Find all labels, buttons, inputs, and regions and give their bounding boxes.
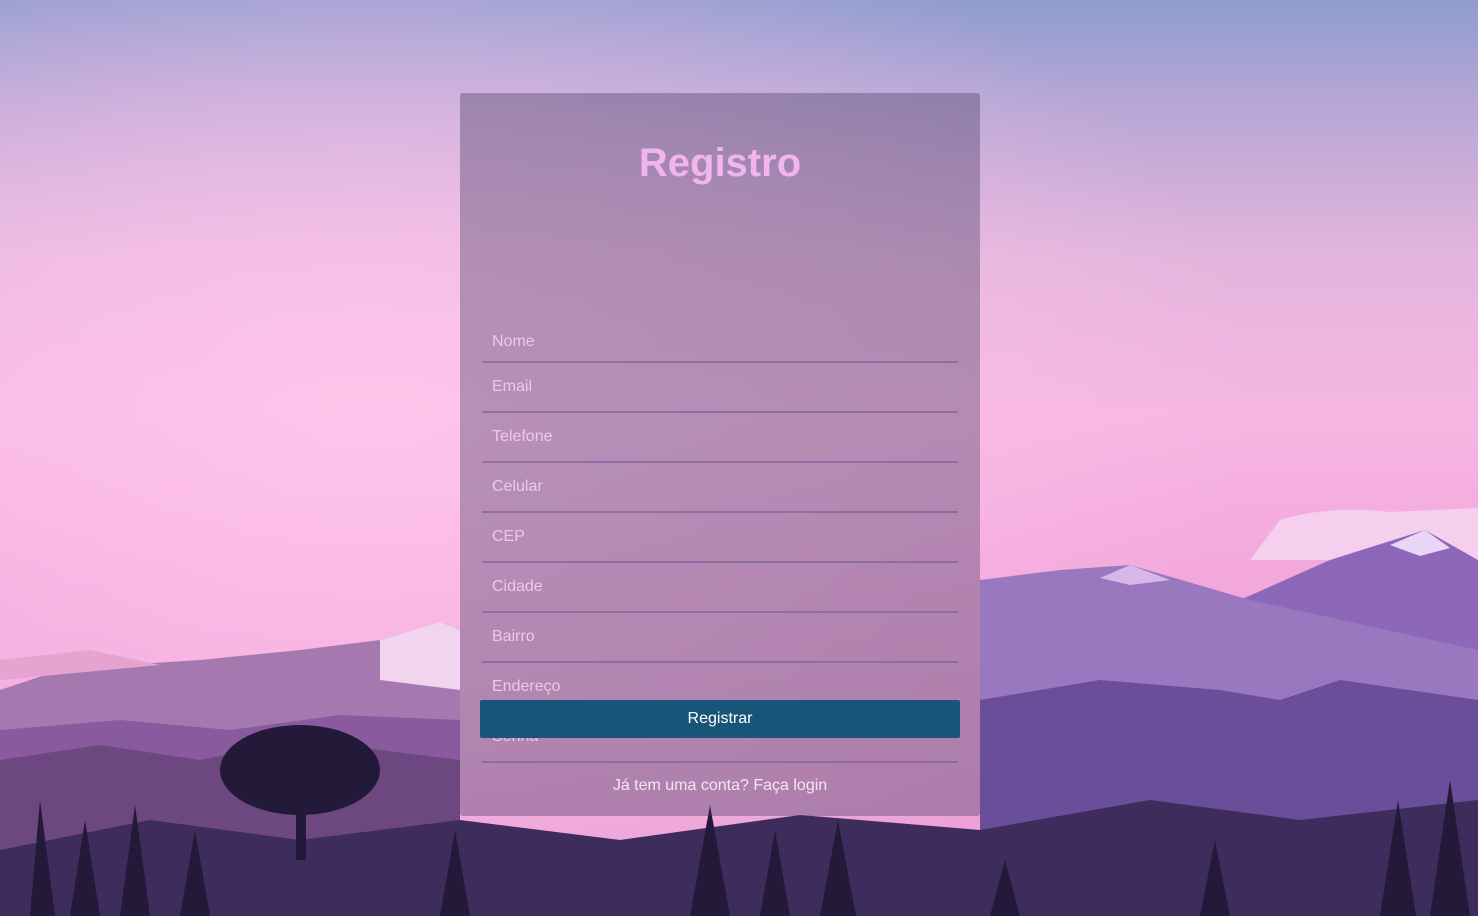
login-prompt-line: Já tem uma conta? Faça login — [460, 777, 980, 795]
cep-input[interactable] — [482, 513, 958, 563]
login-prompt-text: Já tem uma conta? — [612, 777, 749, 794]
form-title: Registro — [638, 141, 802, 185]
telefone-input[interactable] — [482, 413, 958, 463]
registration-fields — [482, 323, 958, 763]
background-landscape: Registro Registrar Já tem uma conta? Faç… — [0, 0, 1478, 916]
cidade-input[interactable] — [482, 563, 958, 613]
registration-card: Registro Registrar Já tem uma conta? Faç… — [460, 93, 980, 816]
login-link[interactable]: Faça login — [753, 777, 827, 794]
nome-input[interactable] — [482, 323, 958, 363]
registrar-button[interactable]: Registrar — [480, 700, 960, 738]
bairro-input[interactable] — [482, 613, 958, 663]
email-input[interactable] — [482, 363, 958, 413]
celular-input[interactable] — [482, 463, 958, 513]
